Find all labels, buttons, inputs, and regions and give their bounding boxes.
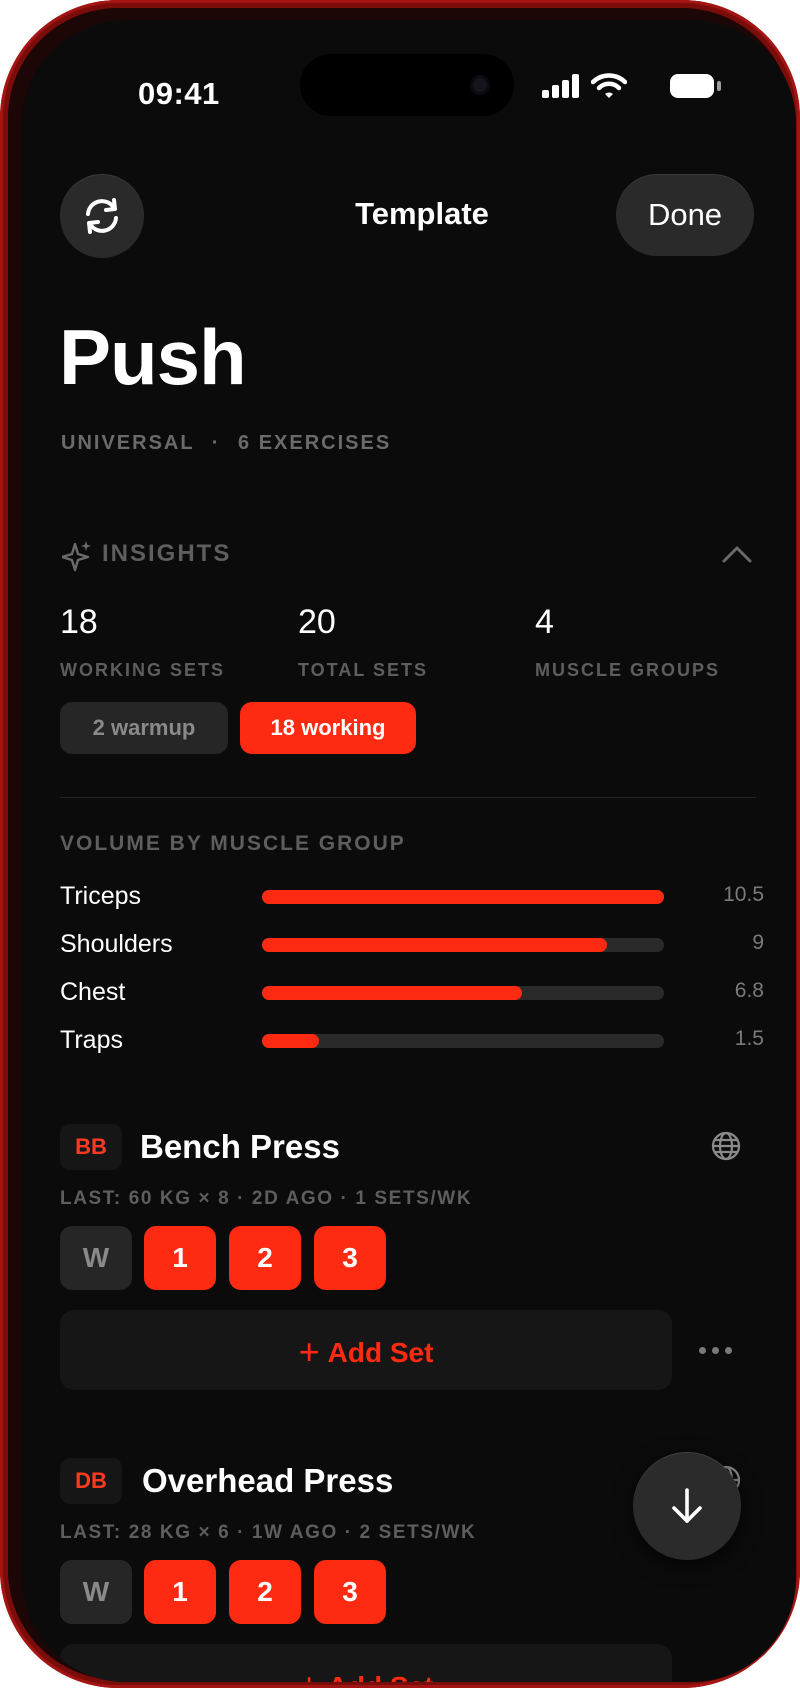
volume-title: VOLUME BY MUSCLE GROUP bbox=[60, 832, 406, 855]
battery-cap bbox=[717, 81, 721, 91]
phone-frame: 09:41 Template Done Push UNIVERSAL · 6 E… bbox=[0, 0, 800, 1688]
insights-label: INSIGHTS bbox=[102, 540, 232, 567]
set-chip[interactable]: 3 bbox=[314, 1226, 386, 1290]
add-set-label: Add Set bbox=[328, 1671, 434, 1682]
refresh-button[interactable] bbox=[60, 174, 144, 258]
plus-icon: + bbox=[298, 1331, 320, 1372]
add-set-button[interactable]: + Add Set bbox=[60, 1644, 672, 1682]
set-chip[interactable]: 1 bbox=[144, 1226, 216, 1290]
equipment-tag: DB bbox=[60, 1458, 122, 1504]
volume-row-label: Traps bbox=[60, 1026, 123, 1054]
wifi-icon bbox=[590, 72, 628, 100]
set-chip[interactable]: 1 bbox=[144, 1560, 216, 1624]
volume-row-value: 9 bbox=[752, 931, 764, 954]
volume-bar-track bbox=[262, 986, 664, 1000]
sparkle-icon bbox=[62, 541, 91, 572]
volume-bar-fill bbox=[262, 890, 664, 904]
working-pill[interactable]: 18 working bbox=[240, 702, 416, 754]
last-performance: LAST: 60 KG × 8 · 2D AGO · 1 SETS/WK bbox=[60, 1188, 473, 1209]
stat-working-sets-value: 18 bbox=[60, 603, 98, 641]
stat-muscle-groups-label: MUSCLE GROUPS bbox=[535, 660, 721, 680]
workout-name: Push bbox=[59, 313, 247, 401]
volume-row-label: Triceps bbox=[60, 882, 142, 910]
equipment-tag: BB bbox=[60, 1124, 122, 1170]
exercise-name[interactable]: Overhead Press bbox=[142, 1462, 393, 1500]
refresh-icon bbox=[86, 198, 118, 234]
volume-row-label: Shoulders bbox=[60, 930, 173, 958]
volume-bar-track bbox=[262, 890, 664, 904]
phone-bezel: 09:41 Template Done Push UNIVERSAL · 6 E… bbox=[8, 8, 796, 1682]
volume-row-label: Chest bbox=[60, 978, 126, 1006]
set-chip-warmup[interactable]: W bbox=[60, 1226, 132, 1290]
cellular-signal-icon bbox=[542, 74, 582, 98]
volume-row-value: 10.5 bbox=[723, 883, 764, 906]
last-performance: LAST: 28 KG × 6 · 1W AGO · 2 SETS/WK bbox=[60, 1522, 477, 1543]
volume-bar-track bbox=[262, 1034, 664, 1048]
set-chip-warmup[interactable]: W bbox=[60, 1560, 132, 1624]
done-button[interactable]: Done bbox=[616, 174, 754, 256]
volume-bar-track bbox=[262, 938, 664, 952]
scroll-down-button[interactable] bbox=[633, 1452, 741, 1560]
workout-category: UNIVERSAL bbox=[61, 432, 195, 454]
stat-working-sets-label: WORKING SETS bbox=[60, 660, 226, 680]
workout-meta: UNIVERSAL · 6 EXERCISES bbox=[61, 432, 391, 455]
stat-muscle-groups-value: 4 bbox=[535, 603, 554, 641]
volume-bar-fill bbox=[262, 986, 523, 1000]
set-chip[interactable]: 2 bbox=[229, 1226, 301, 1290]
set-chip[interactable]: 3 bbox=[314, 1560, 386, 1624]
status-time: 09:41 bbox=[138, 76, 220, 111]
volume-row-value: 6.8 bbox=[734, 979, 764, 1002]
chevron-up-icon[interactable] bbox=[722, 544, 752, 564]
volume-bar-fill bbox=[262, 938, 607, 952]
camera-icon bbox=[470, 75, 490, 95]
arrow-down-icon bbox=[672, 1488, 702, 1523]
add-set-button[interactable]: +Add Set bbox=[60, 1310, 672, 1390]
volume-row-value: 1.5 bbox=[734, 1027, 764, 1050]
exercise-name[interactable]: Bench Press bbox=[140, 1128, 340, 1166]
set-chip[interactable]: 2 bbox=[229, 1560, 301, 1624]
screen: 09:41 Template Done Push UNIVERSAL · 6 E… bbox=[22, 20, 796, 1682]
workout-exercise-count: 6 EXERCISES bbox=[238, 432, 392, 454]
divider bbox=[60, 797, 756, 798]
volume-bar-fill bbox=[262, 1034, 320, 1048]
ellipsis-icon[interactable] bbox=[696, 1338, 736, 1362]
battery-icon bbox=[670, 74, 714, 98]
insights-header[interactable]: INSIGHTS bbox=[60, 536, 756, 576]
globe-icon[interactable] bbox=[710, 1130, 742, 1162]
stat-total-sets-value: 20 bbox=[298, 603, 336, 641]
meta-separator: · bbox=[211, 432, 221, 454]
page-title: Template bbox=[355, 196, 489, 231]
add-set-label: Add Set bbox=[327, 1337, 434, 1368]
plus-icon: + bbox=[299, 1665, 320, 1682]
stat-total-sets-label: TOTAL SETS bbox=[298, 660, 429, 680]
warmup-pill[interactable]: 2 warmup bbox=[60, 702, 228, 754]
